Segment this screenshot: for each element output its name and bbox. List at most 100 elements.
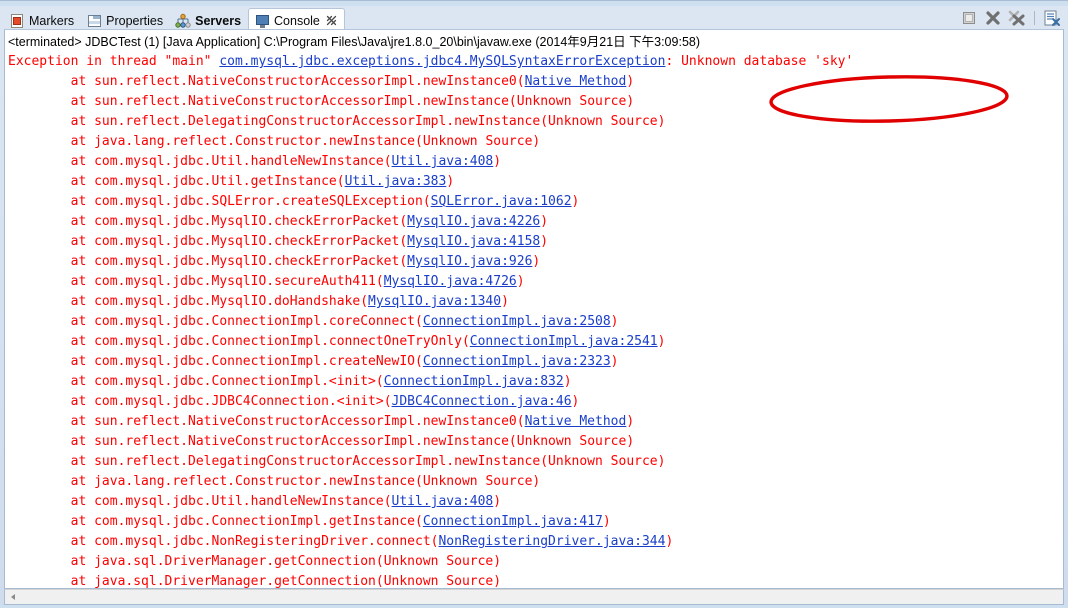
stack-frame-method: java.sql.DriverManager.getConnection [94, 574, 376, 589]
open-paren: ( [336, 174, 345, 189]
close-paren: ) [610, 314, 619, 329]
source-link[interactable]: ConnectionImpl.java:2508 [423, 314, 611, 329]
remove-all-consoles-button[interactable] [1007, 9, 1027, 27]
stack-trace-line: at java.lang.reflect.Constructor.newInst… [8, 472, 1063, 492]
stack-trace-line: at sun.reflect.NativeConstructorAccessor… [8, 432, 1063, 452]
terminate-button[interactable] [959, 9, 979, 27]
close-paren: ) [563, 374, 572, 389]
horizontal-scrollbar[interactable] [4, 589, 1064, 605]
toolbar-separator [1034, 11, 1035, 25]
stack-frame-text: at [8, 474, 95, 489]
close-paren: ) [571, 394, 580, 409]
source-link[interactable]: JDBC4Connection.java:46 [392, 394, 572, 409]
console-output-panel[interactable]: <terminated> JDBCTest (1) [Java Applicat… [4, 29, 1064, 589]
close-paren: ) [493, 554, 502, 569]
source-link[interactable]: Util.java:408 [392, 154, 494, 169]
source-text: Unknown Source [383, 574, 494, 589]
open-paren: ( [375, 554, 384, 569]
stack-frame-text: at [8, 374, 95, 389]
close-paren: ) [602, 514, 611, 529]
source-link[interactable]: SQLError.java:1062 [431, 194, 572, 209]
scroll-left-arrow-icon[interactable] [5, 590, 21, 604]
stack-trace-line: at sun.reflect.NativeConstructorAccessor… [8, 412, 1063, 432]
source-text: Unknown Source [516, 434, 627, 449]
stack-frame-text: at [8, 394, 95, 409]
stack-frame-method: sun.reflect.DelegatingConstructorAccesso… [94, 454, 541, 469]
stack-frame-method: com.mysql.jdbc.ConnectionImpl.createNewI… [94, 354, 415, 369]
source-text: Unknown Source [516, 94, 627, 109]
clear-console-button[interactable] [1042, 9, 1062, 27]
source-link[interactable]: MysqlIO.java:1340 [368, 294, 501, 309]
stack-frame-method: java.lang.reflect.Constructor.newInstanc… [94, 134, 415, 149]
source-link[interactable]: MysqlIO.java:926 [407, 254, 532, 269]
stack-frame-method: java.sql.DriverManager.getConnection [94, 554, 376, 569]
source-link[interactable]: ConnectionImpl.java:2541 [470, 334, 658, 349]
console-view: Markers Properties Servers Console <term… [0, 0, 1068, 608]
close-paren: ) [540, 214, 549, 229]
open-paren: ( [360, 294, 369, 309]
console-toolbar [959, 8, 1062, 28]
stack-trace-line: at java.lang.reflect.Constructor.newInst… [8, 132, 1063, 152]
close-paren: ) [571, 194, 580, 209]
source-link[interactable]: ConnectionImpl.java:832 [384, 374, 564, 389]
stack-frame-method: com.mysql.jdbc.MysqlIO.checkErrorPacket [94, 234, 400, 249]
source-link[interactable]: ConnectionImpl.java:2323 [423, 354, 611, 369]
open-paren: ( [415, 314, 423, 329]
source-link[interactable]: Native Method [525, 414, 627, 429]
stack-frame-text: at [8, 194, 95, 209]
open-paren: ( [415, 514, 423, 529]
stack-frame-text: at [8, 114, 95, 129]
stack-frame-text: at [8, 214, 95, 229]
open-paren: ( [415, 474, 423, 489]
open-paren: ( [508, 434, 517, 449]
stack-trace-line: at sun.reflect.NativeConstructorAccessor… [8, 72, 1063, 92]
source-text: Unknown Source [548, 114, 658, 129]
stack-frame-method: com.mysql.jdbc.ConnectionImpl.coreConnec… [94, 314, 415, 329]
stack-frame-method: com.mysql.jdbc.Util.handleNewInstance [94, 494, 384, 509]
close-paren: ) [626, 94, 635, 109]
exception-class-link[interactable]: com.mysql.jdbc.exceptions.jdbc4.MySQLSyn… [219, 54, 665, 69]
source-link[interactable]: Native Method [525, 74, 627, 89]
open-paren: ( [399, 254, 408, 269]
close-paren: ) [493, 154, 502, 169]
open-paren: ( [516, 74, 525, 89]
stack-trace-line: at com.mysql.jdbc.ConnectionImpl.createN… [8, 352, 1063, 372]
source-link[interactable]: Util.java:408 [392, 494, 494, 509]
stack-trace-line: at com.mysql.jdbc.Util.getInstance(Util.… [8, 172, 1063, 192]
open-paren: ( [399, 234, 408, 249]
tab-close-icon[interactable] [326, 15, 337, 26]
source-link[interactable]: ConnectionImpl.java:417 [423, 514, 603, 529]
stack-trace-line: at com.mysql.jdbc.Util.handleNewInstance… [8, 492, 1063, 512]
stack-frame-method: sun.reflect.NativeConstructorAccessorImp… [94, 414, 517, 429]
tab-label: Servers [195, 14, 242, 28]
source-text: Unknown Source [422, 474, 533, 489]
open-paren: ( [415, 134, 423, 149]
stack-frame-method: com.mysql.jdbc.Util.handleNewInstance [94, 154, 384, 169]
source-link[interactable]: Util.java:383 [345, 174, 447, 189]
source-link[interactable]: MysqlIO.java:4158 [407, 234, 540, 249]
source-text: Unknown Source [422, 134, 533, 149]
close-paren: ) [493, 574, 502, 589]
stack-trace-line: at sun.reflect.NativeConstructorAccessor… [8, 92, 1063, 112]
source-link[interactable]: MysqlIO.java:4226 [407, 214, 540, 229]
source-text: Unknown Source [548, 454, 658, 469]
open-paren: ( [375, 274, 384, 289]
remove-console-button[interactable] [983, 9, 1003, 27]
stack-frame-method: sun.reflect.NativeConstructorAccessorImp… [94, 434, 509, 449]
stack-frame-text: at [8, 354, 95, 369]
source-link[interactable]: NonRegisteringDriver.java:344 [438, 534, 665, 549]
exception-header-line: Exception in thread "main" com.mysql.jdb… [8, 52, 1063, 72]
markers-icon [9, 13, 25, 29]
close-paren: ) [532, 134, 541, 149]
source-link[interactable]: MysqlIO.java:4726 [384, 274, 517, 289]
stack-trace-line: at com.mysql.jdbc.ConnectionImpl.coreCon… [8, 312, 1063, 332]
stack-frame-text: at [8, 154, 95, 169]
stack-trace-line: at com.mysql.jdbc.ConnectionImpl.<init>(… [8, 372, 1063, 392]
tab-label: Properties [106, 14, 164, 28]
close-paren: ) [532, 254, 541, 269]
stack-trace-line: at com.mysql.jdbc.NonRegisteringDriver.c… [8, 532, 1063, 552]
scrollbar-track[interactable] [21, 590, 1063, 604]
console-icon [254, 13, 270, 29]
stack-frame-method: com.mysql.jdbc.ConnectionImpl.connectOne… [94, 334, 462, 349]
stack-frame-text: at [8, 554, 95, 569]
